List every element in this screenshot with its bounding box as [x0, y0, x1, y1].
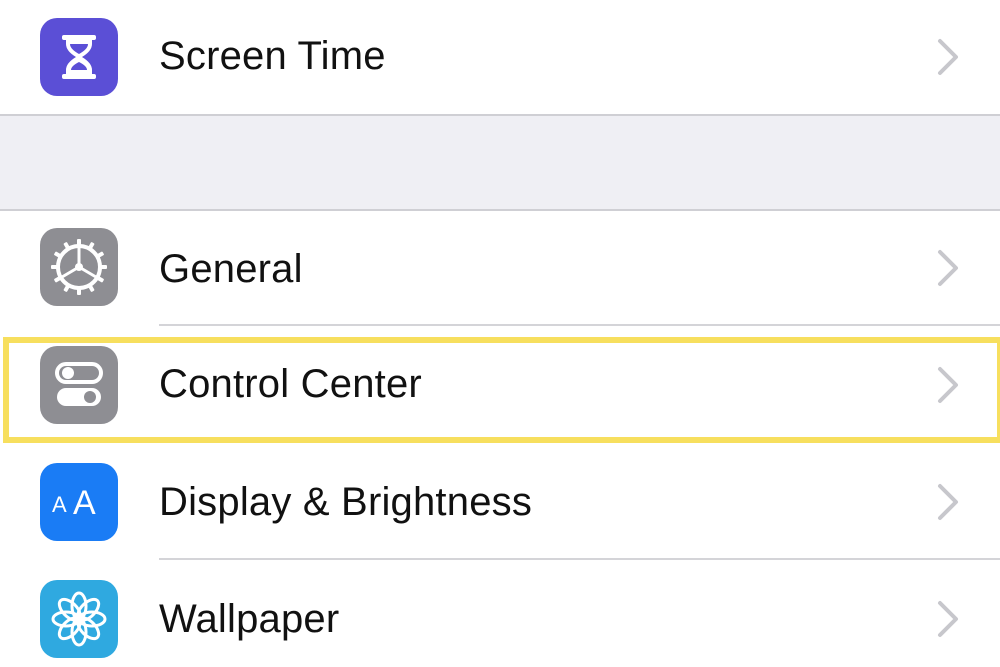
- row-label-display-brightness: Display & Brightness: [159, 480, 533, 524]
- gear-icon: [40, 228, 118, 306]
- hourglass-icon: [40, 18, 118, 96]
- svg-text:A: A: [52, 492, 67, 517]
- text-size-icon: A A: [40, 463, 118, 541]
- settings-screen: Screen Time General Control Center A A D…: [0, 0, 1000, 667]
- settings-row-display-brightness[interactable]: A A Display & Brightness: [0, 441, 1000, 558]
- row-label-screen-time: Screen Time: [159, 34, 386, 78]
- settings-row-control-center[interactable]: Control Center: [0, 326, 1000, 439]
- chevron-right-icon: [938, 39, 958, 75]
- chevron-right-icon: [938, 367, 958, 403]
- row-label-control-center: Control Center: [159, 362, 422, 406]
- chevron-right-icon: [938, 250, 958, 286]
- section-spacer: [0, 116, 1000, 209]
- settings-row-general[interactable]: General: [0, 211, 1000, 324]
- svg-text:A: A: [73, 484, 96, 522]
- settings-row-wallpaper[interactable]: Wallpaper: [0, 560, 1000, 667]
- flower-icon: [40, 580, 118, 658]
- row-label-wallpaper: Wallpaper: [159, 597, 340, 641]
- row-label-general: General: [159, 247, 303, 291]
- settings-row-screen-time[interactable]: Screen Time: [0, 0, 1000, 115]
- chevron-right-icon: [938, 484, 958, 520]
- chevron-right-icon: [938, 601, 958, 637]
- toggles-icon: [40, 346, 118, 424]
